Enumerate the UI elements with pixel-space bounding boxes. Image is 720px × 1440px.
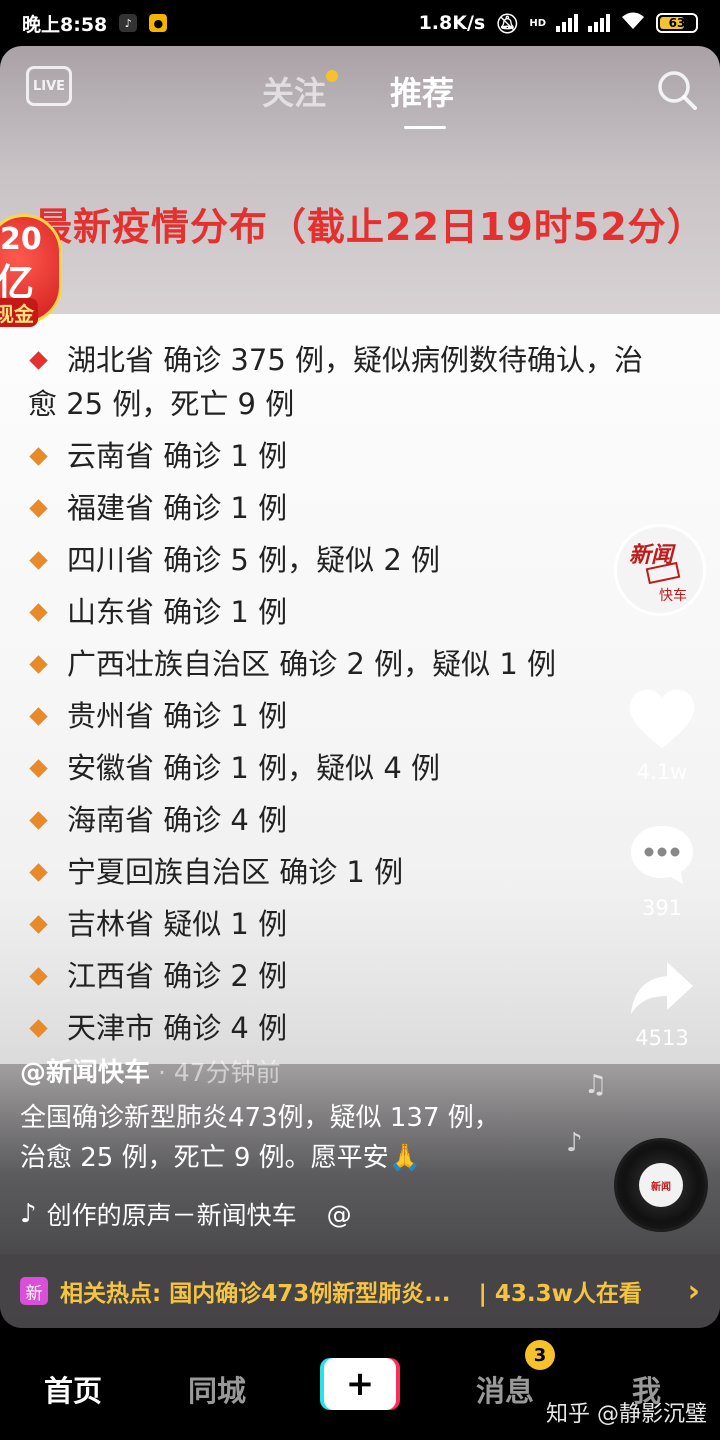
app-notification-icon: ● [149, 14, 168, 32]
like-count: 4.1w [636, 760, 688, 784]
list-item: 海南省 确诊 4 例 [28, 798, 688, 842]
diamond-bullet-icon [29, 1018, 48, 1038]
list-item: 吉林省 疑似 1 例 [28, 902, 688, 946]
diamond-bullet-icon [29, 966, 48, 986]
diamond-bullet-icon [29, 350, 48, 370]
list-item: 云南省 确诊 1 例 [28, 434, 688, 478]
music-disc[interactable]: 新闻 [614, 1138, 708, 1232]
video-headline: 最新疫情分布（截止22日19时52分） [34, 205, 706, 249]
chevron-right-icon: › [687, 1273, 700, 1309]
promo-label: 现金 [0, 298, 38, 327]
video-player[interactable]: 湖北省 确诊 375 例，疑似病例数待确认，治 愈 25 例，死亡 9 例 云南… [0, 46, 720, 1328]
active-tab-indicator [404, 126, 446, 129]
cash-promo-badge[interactable]: 20 亿 现金 [0, 214, 66, 334]
diamond-bullet-icon [29, 498, 48, 518]
top-nav: LIVE 关注 推荐 [0, 46, 720, 136]
music-row[interactable]: ♪ 创作的原声－新闻快车 @ [20, 1196, 352, 1232]
nav-messages[interactable]: 消息 [476, 1368, 534, 1410]
share-button[interactable]: 4513 [620, 958, 704, 1050]
search-icon[interactable] [655, 68, 699, 112]
like-button[interactable]: 4.1w [620, 686, 704, 784]
watermark: 知乎 @静影沉璧 [546, 1402, 707, 1427]
nav-city[interactable]: 同城 [188, 1368, 246, 1410]
share-arrow-icon [631, 962, 693, 1014]
new-content-dot [326, 70, 339, 82]
hot-topic-text: 相关热点: 国内确诊473例新型肺炎... [60, 1281, 451, 1307]
diamond-bullet-icon [29, 446, 48, 466]
music-mention: @ [326, 1199, 352, 1229]
status-time: 晚上8:58 [22, 13, 108, 36]
comment-button[interactable]: 391 [620, 822, 704, 920]
comment-count: 391 [641, 896, 683, 920]
messages-badge: 3 [525, 1340, 555, 1370]
list-item: 福建省 确诊 1 例 [28, 486, 688, 530]
diamond-bullet-icon [29, 862, 48, 882]
avatar-sub: 快车 [659, 588, 687, 604]
music-title: 创作的原声－新闻快车 [46, 1201, 297, 1230]
author-avatar[interactable]: 新闻 快车 [614, 524, 706, 616]
outbreak-list: 湖北省 确诊 375 例，疑似病例数待确认，治 愈 25 例，死亡 9 例 云南… [0, 314, 720, 1064]
floating-note-icon: ♫ [584, 1070, 608, 1100]
diamond-bullet-icon [29, 550, 48, 570]
new-badge: 新 [20, 1277, 48, 1305]
tab-follow[interactable]: 关注 [262, 68, 339, 114]
nav-home[interactable]: 首页 [44, 1368, 102, 1410]
diamond-bullet-icon [29, 654, 48, 674]
hot-topic-bar[interactable]: 新 相关热点: 国内确诊473例新型肺炎... | 43.3w人在看 › [0, 1254, 720, 1328]
diamond-bullet-icon [29, 758, 48, 778]
hot-watching-count: | 43.3w人在看 [478, 1281, 642, 1307]
signal-icon [556, 14, 578, 32]
video-caption: 全国确诊新型肺炎473例，疑似 137 例，治愈 25 例，死亡 9 例。愿平安… [20, 1103, 500, 1173]
tiktok-notification-icon: ♪ [119, 14, 138, 32]
wifi-icon [620, 11, 646, 36]
plus-icon: + [324, 1358, 396, 1410]
author-name[interactable]: @新闻快车 · 47分钟前 [20, 1052, 281, 1089]
list-item: 天津市 确诊 4 例 [28, 1006, 688, 1050]
status-bar: 晚上8:58 ♪ ● 1.8K/s 🔕︎ HD 63 [0, 0, 720, 46]
signal-icon-2 [588, 14, 610, 32]
mute-icon: 🔕︎ [495, 12, 520, 35]
list-item: 安徽省 确诊 1 例，疑似 4 例 [28, 746, 688, 790]
list-item: 江西省 确诊 2 例 [28, 954, 688, 998]
list-item: 四川省 确诊 5 例，疑似 2 例 [28, 538, 688, 582]
list-item: 贵州省 确诊 1 例 [28, 694, 688, 738]
heart-icon [629, 689, 695, 748]
comment-icon [631, 826, 693, 884]
diamond-bullet-icon [29, 602, 48, 622]
list-item: 宁夏回族自治区 确诊 1 例 [28, 850, 688, 894]
diamond-bullet-icon [29, 914, 48, 934]
list-item: 山东省 确诊 1 例 [28, 590, 688, 634]
list-item: 广西壮族自治区 确诊 2 例，疑似 1 例 [28, 642, 688, 686]
live-icon[interactable]: LIVE [26, 66, 72, 106]
create-button[interactable]: + [320, 1358, 400, 1410]
diamond-bullet-icon [29, 706, 48, 726]
battery-icon: 63 [656, 13, 698, 33]
share-count: 4513 [635, 1026, 689, 1050]
list-item: 湖北省 确诊 375 例，疑似病例数待确认，治 愈 25 例，死亡 9 例 [28, 343, 644, 421]
music-note-icon: ♪ [20, 1199, 37, 1229]
diamond-bullet-icon [29, 810, 48, 830]
music-disc-cover: 新闻 [639, 1163, 683, 1207]
post-time: · 47分钟前 [150, 1058, 281, 1087]
net-speed: 1.8K/s [418, 12, 486, 34]
tab-recommend[interactable]: 推荐 [390, 68, 454, 114]
network-label: HD [529, 17, 546, 29]
floating-note-icon: ♪ [566, 1128, 583, 1158]
